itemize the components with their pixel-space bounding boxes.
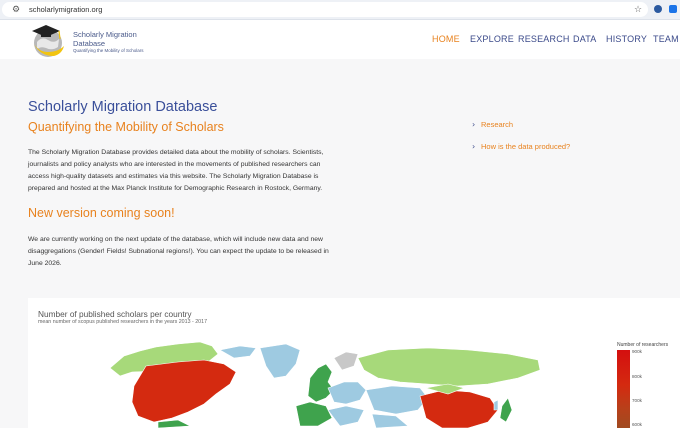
url-text[interactable]: scholarlymigration.org [29, 5, 102, 14]
logo-icon[interactable] [28, 22, 68, 58]
map-subtitle: mean number of scopus published research… [38, 319, 208, 325]
intro-line: The Scholarly Migration Database provide… [28, 149, 324, 156]
page-title: Scholarly Migration Database [28, 99, 218, 115]
region-middle-east[interactable] [371, 413, 409, 428]
region-usa[interactable] [131, 359, 237, 423]
region-central-asia[interactable] [365, 385, 429, 415]
researchers-map-card: Number of published scholars per country… [28, 298, 680, 428]
nav-data[interactable]: DATA [573, 34, 596, 44]
side-link-data-produced[interactable]: › How is the data produced? [472, 142, 570, 151]
intro-paragraph: The Scholarly Migration Database provide… [28, 147, 350, 195]
extension-icon[interactable] [654, 5, 662, 13]
star-icon[interactable]: ☆ [634, 5, 642, 15]
extension-icon-2[interactable] [669, 5, 677, 13]
side-link-label[interactable]: Research [481, 120, 513, 129]
region-mexico[interactable] [157, 419, 192, 428]
region-japan[interactable] [499, 397, 513, 423]
browser-toolbar: ⚙ scholarlymigration.org ☆ [0, 0, 680, 20]
map-title: Number of published scholars per country [38, 309, 192, 319]
address-bar[interactable]: ⚙ scholarlymigration.org ☆ [2, 2, 648, 17]
nav-research[interactable]: RESEARCH [518, 34, 570, 44]
region-mediterranean[interactable] [327, 405, 365, 427]
page-subtitle: Quantifying the Mobility of Scholars [28, 120, 224, 134]
chevron-right-icon: › [472, 120, 476, 129]
side-link-research[interactable]: › Research [472, 120, 513, 129]
region-russia[interactable] [357, 347, 541, 387]
news-line: June 2026. [28, 260, 62, 267]
legend-colorbar [617, 350, 630, 428]
region-scandinavia[interactable] [333, 351, 359, 371]
nav-history[interactable]: HISTORY [606, 34, 647, 44]
legend-title: Number of researchers [617, 342, 669, 348]
nav-home[interactable]: HOME [432, 34, 460, 44]
legend-tick: 700k [632, 398, 642, 403]
news-line: disaggregations (Gender! Fields! Subnati… [28, 248, 329, 255]
side-link-label[interactable]: How is the data produced? [481, 142, 570, 151]
nav-team[interactable]: TEAM [653, 34, 679, 44]
legend-tick: 600k [632, 422, 642, 427]
region-greenland-area[interactable] [219, 345, 257, 359]
news-paragraph: We are currently working on the next upd… [28, 234, 350, 270]
news-line: We are currently working on the next upd… [28, 236, 323, 243]
region-korea[interactable] [493, 399, 499, 411]
region-central-europe[interactable] [327, 381, 367, 405]
brand-tagline: Quantifying the Mobility of Scholars [73, 48, 144, 53]
legend-tick: 800k [632, 374, 642, 379]
brand-title[interactable]: Scholarly Migration Database [73, 30, 153, 48]
intro-line: prepared and hosted at the Max Planck In… [28, 185, 323, 192]
legend-tick: 900k [632, 349, 642, 354]
region-greenland[interactable] [259, 343, 301, 379]
region-western-europe[interactable] [307, 363, 335, 403]
intro-line: journalists and policy analysts who are … [28, 161, 321, 168]
intro-line: access high-quality datasets and estimat… [28, 173, 319, 180]
chevron-right-icon: › [472, 142, 476, 151]
region-southern-europe[interactable] [295, 401, 333, 427]
region-china[interactable] [419, 389, 499, 428]
tune-icon[interactable]: ⚙ [12, 5, 20, 15]
news-heading: New version coming soon! [28, 206, 175, 220]
nav-explore[interactable]: EXPLORE [470, 34, 514, 44]
site-header: Scholarly Migration Database Quantifying… [0, 20, 680, 59]
